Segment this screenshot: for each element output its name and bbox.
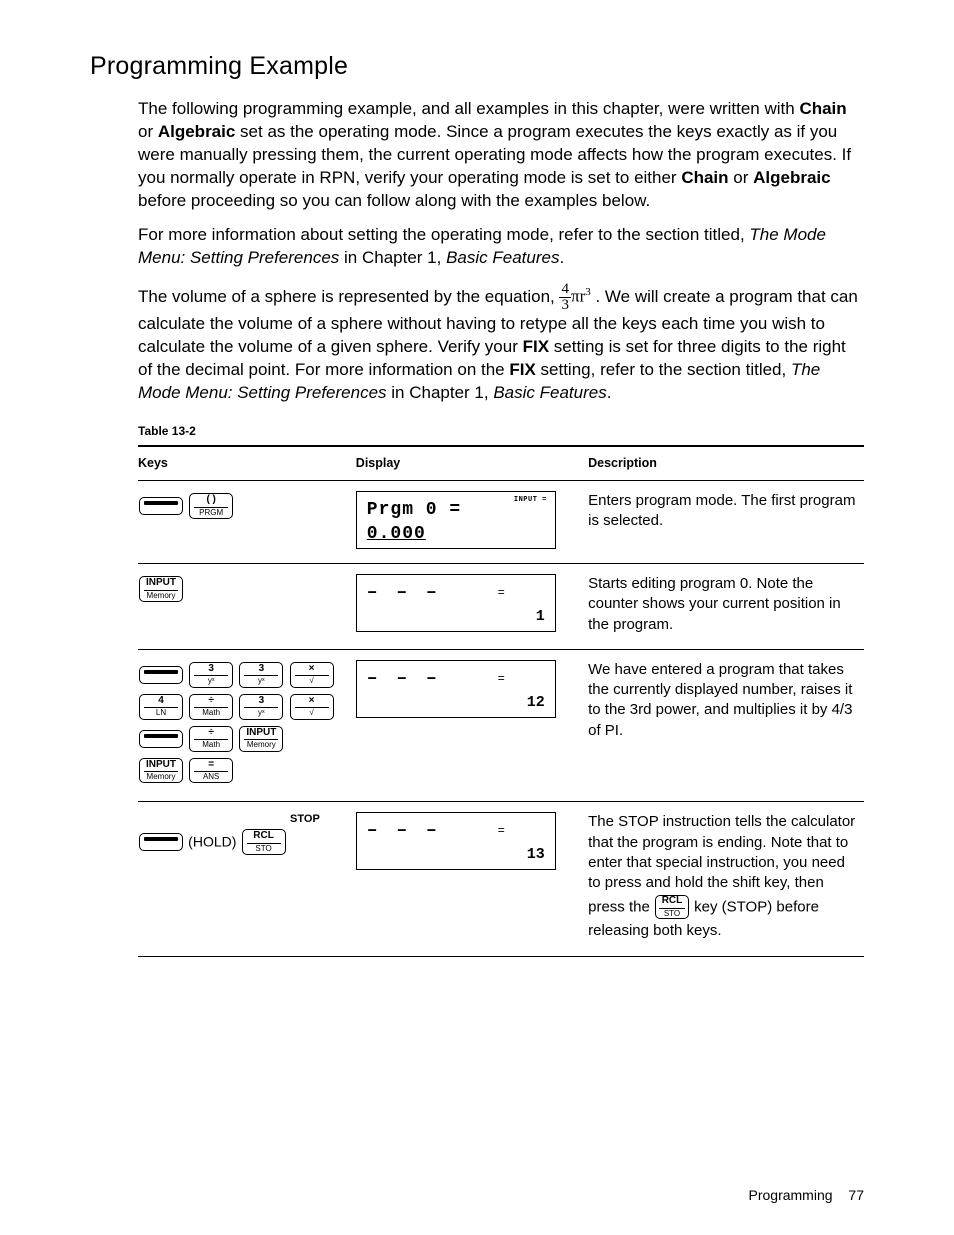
table-row: 3yˣ 3yˣ ×√ 4LN ÷Math 3yˣ ×√ xyxy=(138,649,864,802)
description-cell: We have entered a program that takes the… xyxy=(588,649,864,802)
paragraph-2: For more information about setting the o… xyxy=(138,224,864,270)
page-number: 77 xyxy=(848,1187,864,1203)
calc-key-icon: ÷Math xyxy=(189,726,233,752)
section-heading: Programming Example xyxy=(90,50,864,84)
calc-key-icon: INPUTMemory xyxy=(139,758,183,784)
description-cell: The STOP instruction tells the calculato… xyxy=(588,802,864,956)
paragraph-1: The following programming example, and a… xyxy=(138,98,864,213)
description-cell: Enters program mode. The first program i… xyxy=(588,481,864,564)
footer-section: Programming xyxy=(749,1187,833,1203)
table-caption: Table 13-2 xyxy=(138,423,864,439)
calc-key-icon: INPUTMemory xyxy=(239,726,283,752)
paragraph-3: The volume of a sphere is represented by… xyxy=(138,282,864,405)
rcl-key-inline-icon: RCL STO xyxy=(655,895,689,919)
table-row: STOP (HOLD) RCL STO = – – – 13 xyxy=(138,802,864,956)
shift-key-icon xyxy=(139,666,183,684)
calc-key-icon: =ANS xyxy=(189,758,233,784)
col-keys: Keys xyxy=(138,446,356,480)
lcd-display: INPUT = Prgm 0 = 0.000 xyxy=(356,491,556,549)
calc-key-icon: ×√ xyxy=(290,694,334,720)
input-key-icon: INPUT Memory xyxy=(139,576,183,602)
page-footer: Programming 77 xyxy=(749,1186,865,1205)
col-description: Description xyxy=(588,446,864,480)
table-row: INPUT Memory = – – – 1 Starts editing pr… xyxy=(138,564,864,650)
lcd-display: = – – – 12 xyxy=(356,660,556,718)
key-sequence: 3yˣ 3yˣ ×√ 4LN ÷Math 3yˣ ×√ xyxy=(138,660,350,786)
calc-key-icon: 4LN xyxy=(139,694,183,720)
calc-key-icon: ÷Math xyxy=(189,694,233,720)
lcd-display: = – – – 13 xyxy=(356,812,556,870)
rcl-key-icon: RCL STO xyxy=(242,829,286,855)
calc-key-icon: 3yˣ xyxy=(239,662,283,688)
stop-label: STOP xyxy=(138,812,350,827)
shift-key-icon xyxy=(139,730,183,748)
shift-key-icon xyxy=(139,497,183,515)
calc-key-icon: ×√ xyxy=(290,662,334,688)
table-row: ( ) PRGM INPUT = Prgm 0 = 0.000 Enters p… xyxy=(138,481,864,564)
calc-key-icon: 3yˣ xyxy=(189,662,233,688)
lcd-display: = – – – 1 xyxy=(356,574,556,632)
prgm-key-icon: ( ) PRGM xyxy=(189,493,233,519)
hold-label: (HOLD) xyxy=(188,834,236,850)
instruction-table: Keys Display Description ( ) PRGM xyxy=(138,445,864,956)
col-display: Display xyxy=(356,446,588,480)
shift-key-icon xyxy=(139,833,183,851)
equation: 43πr3 xyxy=(559,282,590,313)
calc-key-icon: 3yˣ xyxy=(239,694,283,720)
description-cell: Starts editing program 0. Note the count… xyxy=(588,564,864,650)
